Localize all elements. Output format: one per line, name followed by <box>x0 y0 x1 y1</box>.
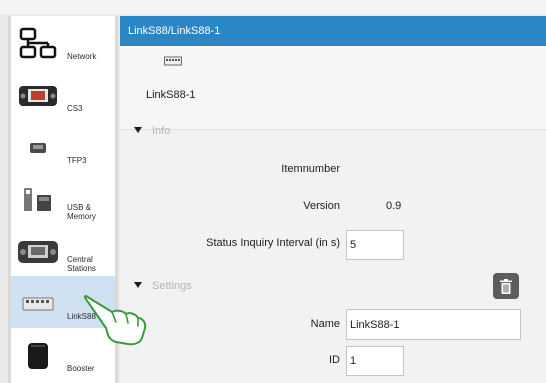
chevron-down-icon <box>134 127 142 133</box>
booster-icon <box>17 338 59 374</box>
pointing-hand-icon <box>83 295 147 346</box>
trash-icon <box>500 278 512 294</box>
chevron-down-icon <box>134 282 142 288</box>
app-window: Network CS3 TFP3 USB & Memory Central St… <box>0 0 546 383</box>
links88-icon <box>17 286 59 322</box>
info-section-label: Info <box>152 125 171 137</box>
version-value: 0.9 <box>386 200 402 212</box>
id-field[interactable]: 1 <box>346 346 404 376</box>
version-label: Version <box>303 200 340 212</box>
usb-memory-icon <box>17 182 59 218</box>
name-label: Name <box>310 318 340 330</box>
network-icon <box>17 26 59 62</box>
status-interval-label: Status Inquiry Interval (in s) <box>206 237 340 249</box>
sidebar-item-label: TFP3 <box>67 156 87 165</box>
itemnumber-label: Itemnumber <box>281 163 340 175</box>
sidebar-item-label: Booster <box>67 364 95 373</box>
central-stations-icon <box>17 234 59 270</box>
tfp3-device-icon <box>17 130 59 166</box>
info-section-toggle[interactable]: Info <box>134 125 170 137</box>
device-header: LinkS88-1 <box>120 46 546 130</box>
main-panel: LinkS88/LinkS88-1 LinkS88-1 Info Itemnum… <box>120 16 546 383</box>
sidebar-item-label: Network <box>67 52 97 61</box>
name-field[interactable]: LinkS88-1 <box>346 309 521 340</box>
sidebar-item-label: CS3 <box>67 104 83 113</box>
sidebar-item-label: Central Stations <box>67 255 96 273</box>
links88-module-icon <box>164 56 182 66</box>
sidebar-item-label: USB & Memory <box>67 203 96 221</box>
delete-button[interactable] <box>493 273 519 299</box>
settings-section-label: Settings <box>152 280 192 292</box>
device-name: LinkS88-1 <box>146 89 196 101</box>
breadcrumb: LinkS88/LinkS88-1 <box>120 16 546 46</box>
status-interval-field[interactable]: 5 <box>346 230 404 260</box>
top-strip <box>0 0 546 14</box>
cs3-device-icon <box>17 78 59 114</box>
id-label: ID <box>329 354 340 366</box>
